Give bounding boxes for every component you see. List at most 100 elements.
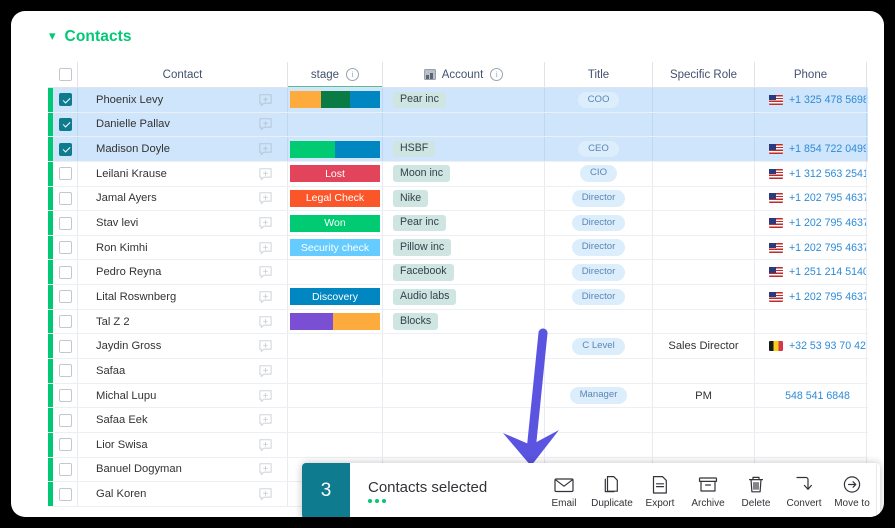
row-checkbox[interactable] [58, 462, 72, 476]
phone-value[interactable]: +32 53 93 70 42 [789, 340, 866, 352]
row-select-cell[interactable] [53, 334, 78, 359]
cell-specific-role[interactable] [653, 235, 755, 260]
cell-stage[interactable] [288, 260, 383, 285]
cell-stage[interactable] [288, 334, 383, 359]
cell-specific-role[interactable] [653, 88, 755, 112]
row-select-cell[interactable] [53, 285, 78, 309]
table-row[interactable]: Phoenix Levy Pear inc COO +1 325 478 5698 [48, 88, 868, 113]
table-row[interactable]: Pedro Reyna Facebook Director +1 251 214 51… [48, 260, 868, 286]
row-select-cell[interactable] [53, 112, 78, 137]
column-header-title[interactable]: Title [545, 62, 653, 87]
stage-segment[interactable] [335, 140, 380, 158]
cell-stage[interactable] [288, 432, 383, 457]
row-select-cell[interactable] [53, 482, 78, 506]
cell-contact[interactable]: Danielle Pallav [78, 112, 288, 137]
cell-phone[interactable]: +1 325 478 5698 [755, 88, 867, 112]
cell-stage[interactable] [288, 137, 383, 161]
add-update-icon[interactable] [258, 314, 273, 329]
cell-title[interactable] [545, 432, 653, 457]
phone-value[interactable]: +1 202 795 4637 [789, 242, 866, 254]
cell-stage[interactable]: Legal Check [288, 186, 383, 211]
cell-contact[interactable]: Lital Roswnberg [78, 285, 288, 309]
row-select-cell[interactable] [53, 211, 78, 235]
cell-account[interactable]: Blocks [383, 309, 545, 334]
row-select-cell[interactable] [53, 309, 78, 334]
phone-value[interactable]: +1 325 478 5698 [789, 94, 866, 106]
row-checkbox[interactable] [58, 487, 72, 501]
cell-specific-role[interactable]: PM [653, 383, 755, 408]
cell-phone[interactable]: +1 251 214 5140 [755, 260, 867, 285]
row-checkbox[interactable] [58, 315, 72, 329]
row-checkbox[interactable] [58, 413, 72, 427]
cell-contact[interactable]: Lior Swisa [78, 432, 288, 457]
cell-title[interactable] [545, 112, 653, 137]
stage-segment[interactable]: Lost [290, 165, 380, 183]
column-header-account[interactable]: Account i [383, 62, 545, 87]
phone-value[interactable]: +1 202 795 4637 [789, 217, 866, 229]
stage-bar[interactable] [290, 313, 380, 331]
account-pill[interactable]: Pear inc [393, 214, 446, 232]
cell-phone[interactable]: +1 202 795 4637 [755, 285, 867, 309]
stage-segment[interactable]: Won [290, 214, 380, 232]
add-update-icon[interactable] [258, 437, 273, 452]
cell-contact[interactable]: Ron Kimhi [78, 235, 288, 260]
table-row[interactable]: Leilani Krause Lost Moon inc CIO +1 312 563 … [48, 161, 868, 187]
cell-specific-role[interactable] [653, 186, 755, 211]
column-header-phone[interactable]: Phone [755, 62, 867, 87]
add-update-icon[interactable] [258, 413, 273, 428]
table-row[interactable]: Jaydin Gross C Level Sales Director +32 53 … [48, 334, 868, 360]
cell-contact[interactable]: Pedro Reyna [78, 260, 288, 285]
cell-title[interactable]: Director [545, 235, 653, 260]
action-delete-button[interactable]: Delete [732, 474, 780, 509]
cell-specific-role[interactable] [653, 260, 755, 285]
cell-account[interactable] [383, 383, 545, 408]
cell-stage[interactable] [288, 309, 383, 334]
column-header-specific-role[interactable]: Specific Role [653, 62, 755, 87]
cell-contact[interactable]: Safaa [78, 359, 288, 383]
cell-stage[interactable] [288, 112, 383, 137]
cell-phone[interactable]: +1 202 795 4637 [755, 186, 867, 211]
add-update-icon[interactable] [258, 216, 273, 231]
add-update-icon[interactable] [258, 388, 273, 403]
table-row[interactable]: Jamal Ayers Legal Check Nike Director +1 202… [48, 186, 868, 212]
row-select-cell[interactable] [53, 408, 78, 432]
stage-segment[interactable] [290, 140, 335, 158]
cell-title[interactable]: Director [545, 260, 653, 285]
stage-segment[interactable] [333, 313, 380, 331]
action-export-button[interactable]: Export [636, 474, 684, 509]
phone-value[interactable]: 548 541 6848 [785, 390, 850, 402]
account-pill[interactable]: Audio labs [393, 288, 457, 306]
row-select-cell[interactable] [53, 88, 78, 112]
stage-segment[interactable] [320, 91, 351, 109]
cell-account[interactable]: Audio labs [383, 285, 545, 309]
cell-specific-role[interactable] [653, 432, 755, 457]
add-update-icon[interactable] [258, 339, 273, 354]
cell-account[interactable]: Pear inc [383, 211, 545, 235]
cell-phone[interactable] [755, 408, 867, 432]
title-pill[interactable]: CIO [579, 165, 618, 183]
table-row[interactable]: Lital Roswnberg Discovery Audio labs Direct… [48, 285, 868, 310]
info-icon[interactable]: i [346, 68, 360, 81]
row-checkbox[interactable] [58, 389, 72, 402]
cell-specific-role[interactable] [653, 161, 755, 186]
cell-specific-role[interactable] [653, 359, 755, 383]
row-select-cell[interactable] [53, 383, 78, 408]
title-pill[interactable]: Director [571, 264, 626, 281]
action-duplicate-button[interactable]: Duplicate [588, 474, 636, 509]
cell-title[interactable]: Director [545, 211, 653, 235]
account-pill[interactable]: Pear inc [393, 91, 446, 109]
column-header-stage[interactable]: stage i [288, 62, 383, 87]
add-update-icon[interactable] [258, 462, 273, 477]
cell-contact[interactable]: Jaydin Gross [78, 334, 288, 359]
row-select-cell[interactable] [53, 432, 78, 457]
row-checkbox[interactable] [58, 438, 72, 452]
add-update-icon[interactable] [258, 289, 273, 304]
cell-phone[interactable]: +32 53 93 70 42 [755, 334, 867, 359]
title-pill[interactable]: COO [577, 91, 620, 109]
stage-bar[interactable]: Won [290, 214, 380, 232]
table-row[interactable]: Safaa [48, 359, 868, 384]
action-archive-button[interactable]: Archive [684, 474, 732, 509]
row-select-cell[interactable] [53, 186, 78, 211]
cell-stage[interactable] [288, 383, 383, 408]
account-pill[interactable]: Nike [393, 190, 429, 207]
